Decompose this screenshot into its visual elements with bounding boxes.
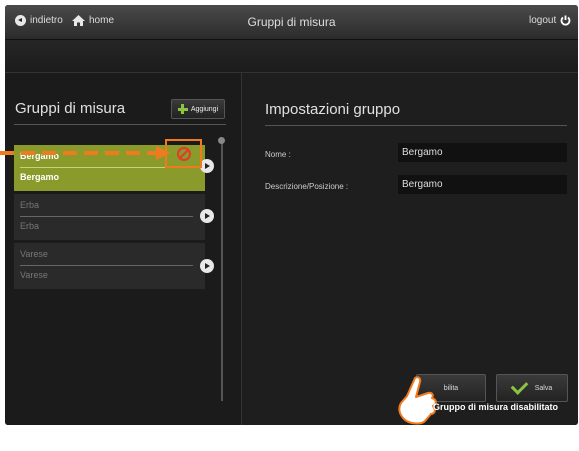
name-label: Nome : <box>265 150 291 159</box>
right-divider <box>265 125 567 126</box>
logout-button[interactable]: logout <box>529 15 571 26</box>
status-message: Gruppo di misura disabilitato <box>433 402 559 412</box>
item-separator <box>20 216 193 217</box>
add-group-button[interactable]: Aggiungi <box>171 99 225 119</box>
pointing-hand-icon <box>398 376 437 425</box>
left-divider <box>14 124 226 125</box>
open-group-erba-button[interactable] <box>200 209 214 223</box>
save-button[interactable]: Salva <box>496 374 568 402</box>
sub-bar <box>5 40 578 73</box>
save-label: Salva <box>534 384 553 392</box>
disabled-icon <box>176 146 191 161</box>
group-item-varese[interactable]: Varese Varese <box>14 243 205 289</box>
group-name: Varese <box>20 249 48 259</box>
group-description: Varese <box>20 270 48 280</box>
app-window: indietro home Gruppi di misura logout Gr… <box>5 5 578 425</box>
group-name: Erba <box>20 200 40 210</box>
add-label: Aggiungi <box>190 105 219 113</box>
check-icon <box>510 377 529 395</box>
settings-title: Impostazioni gruppo <box>265 101 401 118</box>
power-icon <box>560 15 571 26</box>
description-field[interactable]: Bergamo <box>398 175 567 194</box>
top-bar: indietro home Gruppi di misura logout <box>5 5 578 40</box>
group-settings-pane: Impostazioni gruppo Nome : Bergamo Descr… <box>242 73 578 425</box>
logout-label: logout <box>529 15 557 26</box>
name-field[interactable]: Bergamo <box>398 143 567 162</box>
item-separator <box>20 265 193 266</box>
open-group-bergamo-button[interactable] <box>200 159 214 173</box>
page-title: Gruppi di misura <box>247 15 336 29</box>
group-description: Erba <box>20 221 40 231</box>
open-group-varese-button[interactable] <box>200 259 214 273</box>
description-label: Descrizione/Posizione : <box>265 182 349 191</box>
scrollbar-track[interactable] <box>221 143 223 401</box>
scrollbar-thumb[interactable] <box>218 137 225 144</box>
group-description: Bergamo <box>20 172 60 182</box>
disable-label: bilita <box>443 384 459 392</box>
plus-icon <box>177 104 188 114</box>
dashed-arrow-icon <box>0 146 170 160</box>
groups-list-pane: Gruppi di misura Aggiungi Bergamo Bergam… <box>5 73 242 425</box>
group-item-erba[interactable]: Erba Erba <box>14 194 205 240</box>
groups-title: Gruppi di misura <box>15 100 126 117</box>
